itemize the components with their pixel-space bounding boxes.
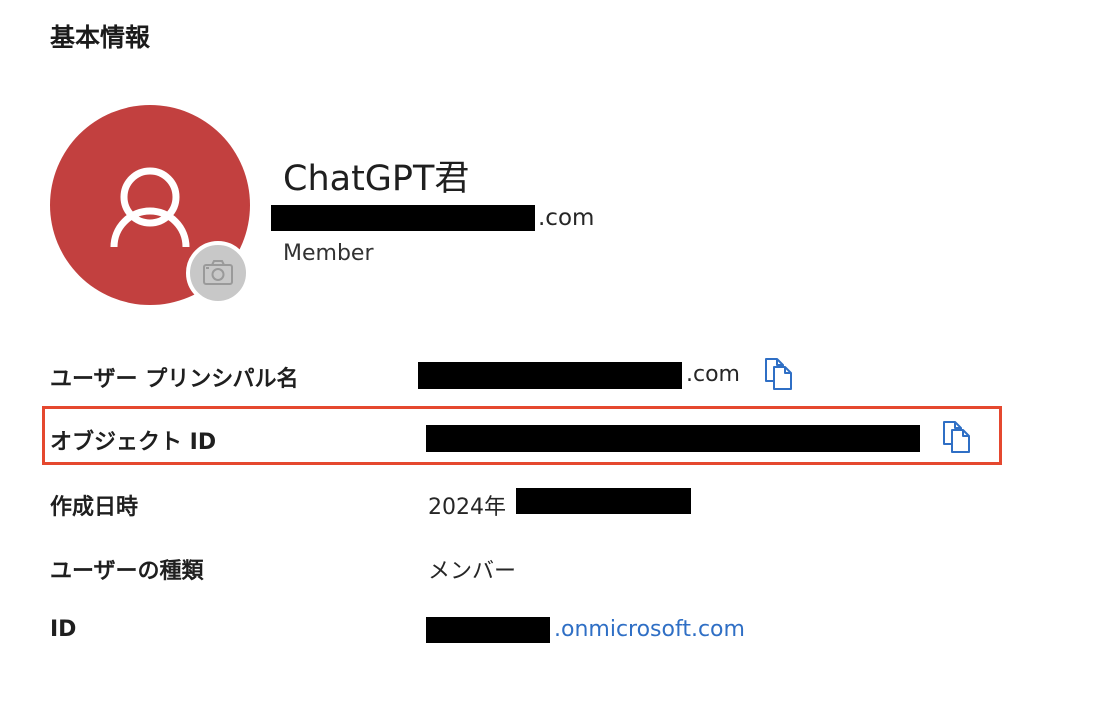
object-id-label: オブジェクト ID: [50, 430, 217, 455]
user-type-value: メンバー: [428, 559, 517, 584]
change-photo-button[interactable]: [186, 241, 250, 305]
redacted-upn: [418, 362, 682, 389]
tenant-domain-link[interactable]: .onmicrosoft.com: [554, 617, 745, 642]
redacted-email: [271, 205, 535, 231]
redacted-object-id: [426, 425, 920, 452]
redacted-created-date: [516, 488, 691, 514]
identity-label: ID: [50, 617, 77, 642]
email-suffix: .com: [538, 205, 595, 231]
user-type-label: ユーザーの種類: [50, 559, 204, 584]
display-name: ChatGPT君: [283, 159, 470, 199]
redacted-tenant: [426, 617, 550, 643]
created-label: 作成日時: [50, 495, 139, 520]
section-title: 基本情報: [50, 23, 151, 52]
created-year: 2024年: [428, 495, 506, 520]
copy-icon[interactable]: [942, 420, 972, 454]
member-role: Member: [283, 241, 374, 266]
upn-label: ユーザー プリンシパル名: [50, 367, 299, 392]
copy-icon[interactable]: [764, 357, 794, 391]
upn-suffix: .com: [686, 362, 740, 387]
camera-icon: [203, 260, 233, 285]
